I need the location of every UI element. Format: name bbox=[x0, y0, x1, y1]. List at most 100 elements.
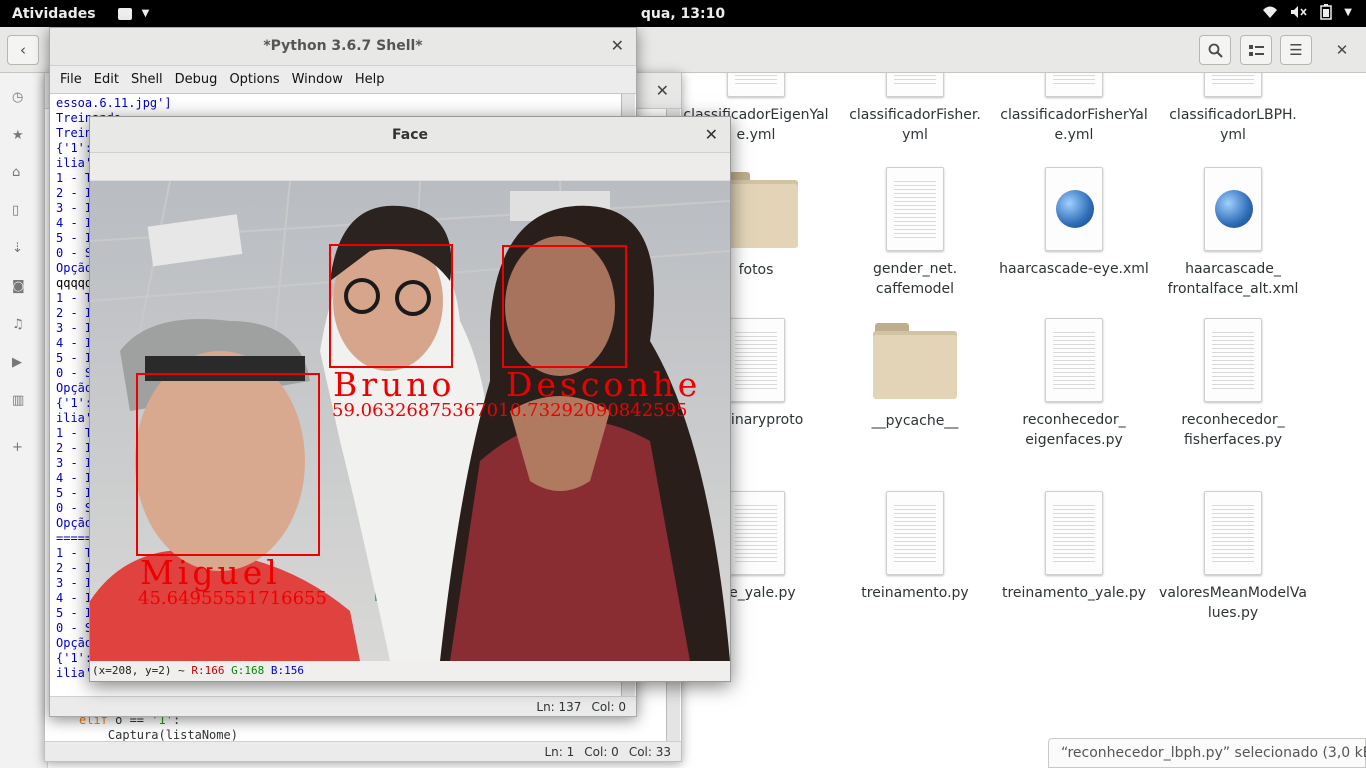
app-menu-icon bbox=[117, 7, 132, 20]
pixel-readout: (x=208, y=2) ~ R:166 G:168 B:156 bbox=[90, 661, 730, 681]
file-name: haarcascade_ frontalface_alt.xml bbox=[1167, 261, 1299, 297]
file-name: __pycache__ bbox=[871, 413, 959, 429]
face-label-confidence: 45.64955551716655 bbox=[138, 588, 327, 609]
file-item[interactable]: gender_net. caffemodel bbox=[840, 167, 990, 299]
face-toolbar bbox=[90, 153, 730, 181]
face-label-name: Miguel bbox=[140, 553, 281, 592]
file-item[interactable]: __pycache__ bbox=[840, 321, 990, 431]
file-name: treinamento.py bbox=[861, 585, 969, 601]
wifi-icon bbox=[1263, 6, 1278, 18]
text-file-icon bbox=[727, 73, 785, 97]
face-titlebar[interactable]: Face ✕ bbox=[90, 117, 730, 153]
chevron-left-icon: ‹ bbox=[20, 41, 26, 59]
menu-options[interactable]: Options bbox=[223, 72, 285, 87]
file-item[interactable]: treinamento.py bbox=[840, 491, 990, 603]
menu-file[interactable]: File bbox=[54, 72, 88, 87]
xml-file-icon bbox=[1204, 167, 1262, 251]
pixel-red: R:166 bbox=[191, 664, 225, 677]
menu-edit[interactable]: Edit bbox=[88, 72, 125, 87]
battery-icon bbox=[1320, 4, 1333, 20]
file-item[interactable]: classificadorFisher. yml bbox=[840, 73, 990, 145]
text-file-icon bbox=[727, 491, 785, 575]
text-file-icon bbox=[886, 73, 944, 97]
close-icon[interactable]: ✕ bbox=[656, 81, 669, 100]
line-indicator: Ln: 137 bbox=[536, 700, 582, 714]
face-box-unknown bbox=[502, 245, 627, 368]
file-name: haarcascade-eye.xml bbox=[999, 261, 1149, 277]
face-box-bruno bbox=[329, 244, 453, 368]
menu-debug[interactable]: Debug bbox=[169, 72, 224, 87]
text-file-icon bbox=[727, 318, 785, 402]
file-item[interactable]: valoresMeanModelVa lues.py bbox=[1158, 491, 1308, 623]
menu-button[interactable]: ☰ bbox=[1280, 35, 1312, 65]
window-title: *Python 3.6.7 Shell* bbox=[263, 38, 423, 54]
file-name: classificadorLBPH. yml bbox=[1169, 107, 1297, 143]
search-button[interactable] bbox=[1199, 35, 1231, 65]
menu-shell[interactable]: Shell bbox=[125, 72, 169, 87]
file-name: classificadorFisherYal e.yml bbox=[1000, 107, 1148, 143]
top-bar: Atividades ▼ qua, 13:10 ▼ bbox=[0, 0, 1366, 27]
menu-window[interactable]: Window bbox=[286, 72, 349, 87]
menu-help[interactable]: Help bbox=[349, 72, 391, 87]
face-label-name: Desconhe bbox=[506, 365, 702, 404]
editor-statusbar: Ln: 1 Col: 0 Col: 33 bbox=[45, 741, 681, 761]
xml-file-icon bbox=[1045, 167, 1103, 251]
file-name: reconhecedor_ fisherfaces.py bbox=[1181, 412, 1285, 448]
pixel-coords: (x=208, y=2) ~ bbox=[92, 664, 185, 677]
file-name: classificadorFisher. yml bbox=[849, 107, 981, 143]
text-file-icon bbox=[1045, 73, 1103, 97]
face-box-miguel bbox=[136, 373, 320, 556]
shell-titlebar[interactable]: *Python 3.6.7 Shell* ✕ bbox=[50, 28, 636, 66]
shell-statusbar: Ln: 137 Col: 0 bbox=[50, 696, 636, 716]
selection-status: “reconhecedor_lbph.py” selecionado (3,0 … bbox=[1048, 738, 1366, 768]
text-file-icon bbox=[1045, 318, 1103, 402]
pixel-green: G:168 bbox=[231, 664, 265, 677]
text-file-icon bbox=[1204, 491, 1262, 575]
app-menu[interactable]: ▼ bbox=[117, 7, 150, 20]
file-item[interactable]: haarcascade_ frontalface_alt.xml bbox=[1158, 167, 1308, 299]
text-file-icon bbox=[886, 491, 944, 575]
menu-bar: File Edit Shell Debug Options Window Hel… bbox=[50, 66, 636, 94]
editor-code[interactable]: elif o == '1': Captura(listaNome) bbox=[79, 713, 238, 743]
close-icon[interactable]: ✕ bbox=[611, 28, 624, 64]
window-title: Face bbox=[392, 127, 428, 143]
close-icon: ✕ bbox=[1335, 41, 1349, 59]
shell-line: essoa.6.11.jpg'] bbox=[56, 96, 172, 110]
pixel-blue: B:156 bbox=[270, 664, 304, 677]
back-button[interactable]: ‹ bbox=[7, 35, 39, 65]
file-name: valoresMeanModelVa lues.py bbox=[1159, 585, 1307, 621]
line-indicator: Ln: 1 bbox=[544, 745, 575, 759]
face-label-name: Bruno bbox=[333, 365, 456, 404]
column-indicator: Col: 0 bbox=[584, 745, 619, 759]
close-window-button[interactable]: ✕ bbox=[1326, 35, 1358, 65]
close-icon[interactable]: ✕ bbox=[705, 117, 718, 153]
file-item[interactable]: treinamento_yale.py bbox=[999, 491, 1149, 603]
system-tray[interactable]: ▼ bbox=[1262, 4, 1352, 20]
file-item[interactable]: classificadorFisherYal e.yml bbox=[999, 73, 1149, 145]
list-view-icon bbox=[1248, 44, 1264, 56]
column-indicator-2: Col: 33 bbox=[628, 745, 671, 759]
file-name: treinamento_yale.py bbox=[1001, 585, 1147, 601]
file-item[interactable]: classificadorLBPH. yml bbox=[1158, 73, 1308, 145]
view-toggle-button[interactable] bbox=[1240, 35, 1272, 65]
chevron-down-icon: ▼ bbox=[141, 8, 150, 19]
camera-frame[interactable]: Bruno 59.0632687536701 Desconhe 0.732920… bbox=[90, 181, 730, 661]
volume-muted-icon bbox=[1291, 6, 1307, 18]
file-item[interactable]: reconhecedor_ eigenfaces.py bbox=[999, 318, 1149, 450]
face-label-confidence: 59.0632687536701 bbox=[332, 400, 510, 421]
text-file-icon bbox=[1045, 491, 1103, 575]
file-item[interactable]: reconhecedor_ fisherfaces.py bbox=[1158, 318, 1308, 450]
file-item[interactable]: haarcascade-eye.xml bbox=[999, 167, 1149, 279]
text-file-icon bbox=[1204, 318, 1262, 402]
activities-button[interactable]: Atividades bbox=[12, 6, 96, 22]
file-name: gender_net. caffemodel bbox=[872, 261, 958, 297]
column-indicator: Col: 0 bbox=[591, 700, 626, 714]
face-label-confidence: 0.73292090842595 bbox=[510, 400, 688, 421]
hamburger-icon: ☰ bbox=[1289, 41, 1303, 59]
clock[interactable]: qua, 13:10 bbox=[0, 6, 1366, 22]
folder-icon bbox=[873, 321, 957, 399]
text-file-icon bbox=[1204, 73, 1262, 97]
text-file-icon bbox=[886, 167, 944, 251]
face-window[interactable]: Face ✕ Bruno 59.0632687536701 Desconhe 0… bbox=[89, 116, 731, 682]
chevron-down-icon: ▼ bbox=[1344, 6, 1352, 18]
